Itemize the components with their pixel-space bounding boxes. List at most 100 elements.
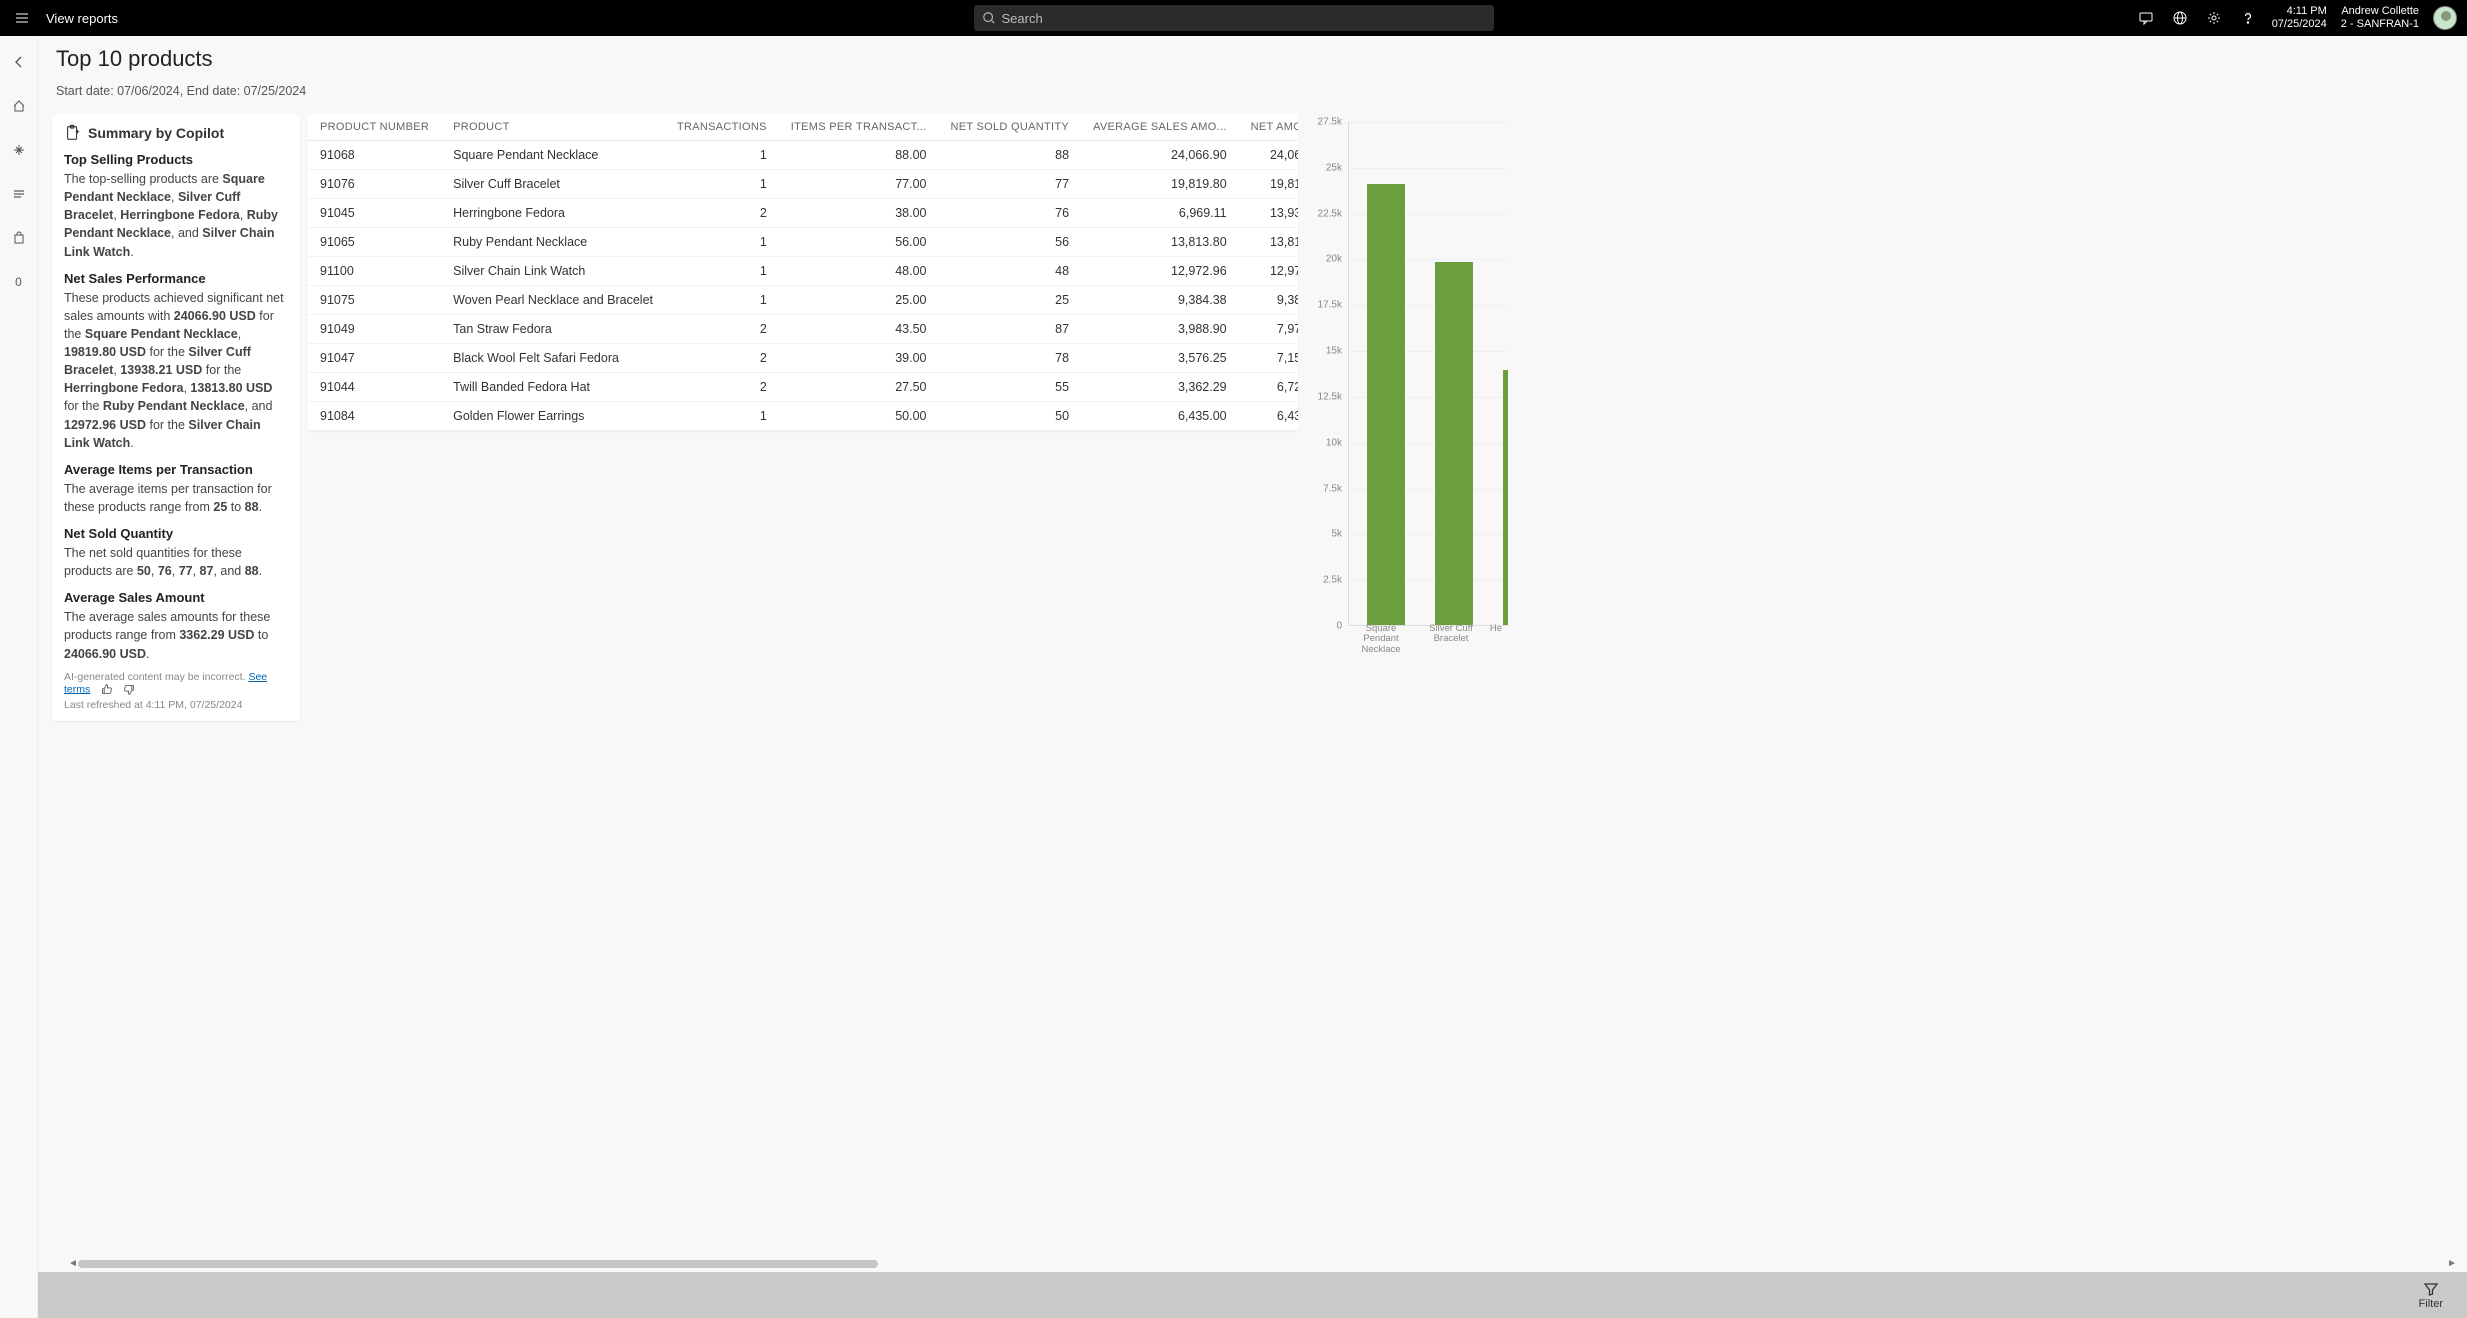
table-cell: 13,813.80 <box>1239 228 1298 257</box>
chat-icon <box>2138 10 2154 26</box>
copilot-section-body: The average items per transaction for th… <box>64 480 288 516</box>
globe-icon <box>2172 10 2188 26</box>
header-title: View reports <box>46 11 118 26</box>
chart-bar[interactable] <box>1503 370 1508 625</box>
table-cell: 77 <box>938 170 1081 199</box>
filter-icon <box>2423 1281 2439 1297</box>
table-cell: 48 <box>938 257 1081 286</box>
column-header[interactable]: NET SOLD QUANTITY <box>938 114 1081 141</box>
copilot-section-heading: Average Sales Amount <box>64 590 288 605</box>
y-tick-label: 22.5k <box>1318 208 1342 219</box>
help-button[interactable] <box>2238 8 2258 28</box>
x-tick-label: Square Pendant Necklace <box>1346 624 1416 655</box>
copilot-section-heading: Top Selling Products <box>64 152 288 167</box>
table-cell: 1 <box>665 286 779 315</box>
thumbs-down-icon[interactable] <box>122 683 135 696</box>
column-header[interactable]: NET AMOUNT <box>1239 114 1298 141</box>
table-cell: 3,362.29 <box>1081 373 1239 402</box>
user-avatar[interactable] <box>2433 6 2457 30</box>
table-row[interactable]: 91076Silver Cuff Bracelet177.007719,819.… <box>308 170 1298 199</box>
table-cell: Woven Pearl Necklace and Bracelet <box>441 286 665 315</box>
table-cell: 6,969.11 <box>1081 199 1239 228</box>
rail-bag-button[interactable] <box>7 226 31 250</box>
back-button[interactable] <box>7 50 31 74</box>
table-cell: 24,066.90 <box>1239 141 1298 170</box>
table-row[interactable]: 91100Silver Chain Link Watch148.004812,9… <box>308 257 1298 286</box>
y-tick-label: 7.5k <box>1323 483 1342 494</box>
table-cell: 19,819.80 <box>1239 170 1298 199</box>
table-cell: 6,724.58 <box>1239 373 1298 402</box>
column-header[interactable]: TRANSACTIONS <box>665 114 779 141</box>
copilot-section-body: These products achieved significant net … <box>64 289 288 452</box>
chat-button[interactable] <box>2136 8 2156 28</box>
copilot-section-heading: Average Items per Transaction <box>64 462 288 477</box>
table-cell: 91076 <box>308 170 441 199</box>
rail-copilot-button[interactable] <box>7 138 31 162</box>
products-table: PRODUCT NUMBERPRODUCTTRANSACTIONSITEMS P… <box>308 114 1298 431</box>
header-search[interactable] <box>974 5 1494 31</box>
globe-button[interactable] <box>2170 8 2190 28</box>
chart-bar[interactable] <box>1435 262 1473 625</box>
table-row[interactable]: 91047Black Wool Felt Safari Fedora239.00… <box>308 344 1298 373</box>
table-row[interactable]: 91075Woven Pearl Necklace and Bracelet12… <box>308 286 1298 315</box>
table-cell: 88 <box>938 141 1081 170</box>
chart-x-axis: Square Pendant NecklaceSilver Cuff Brace… <box>1346 624 1506 655</box>
table-cell: 12,972.96 <box>1081 257 1239 286</box>
date-range-label: Start date: 07/06/2024, End date: 07/25/… <box>56 84 2449 98</box>
table-cell: 24,066.90 <box>1081 141 1239 170</box>
table-cell: Silver Cuff Bracelet <box>441 170 665 199</box>
column-header[interactable]: ITEMS PER TRANSACT... <box>779 114 939 141</box>
y-tick-label: 2.5k <box>1323 575 1342 586</box>
side-rail: 0 <box>0 36 38 1318</box>
table-row[interactable]: 91049Tan Straw Fedora243.50873,988.907,9… <box>308 315 1298 344</box>
y-tick-label: 25k <box>1326 162 1342 173</box>
table-cell: 91045 <box>308 199 441 228</box>
copilot-section-heading: Net Sold Quantity <box>64 526 288 541</box>
table-cell: 50 <box>938 402 1081 431</box>
table-row[interactable]: 91084Golden Flower Earrings150.00506,435… <box>308 402 1298 431</box>
table-cell: 38.00 <box>779 199 939 228</box>
scroll-right-arrow-icon[interactable]: ► <box>2447 1258 2457 1269</box>
column-header[interactable]: AVERAGE SALES AMO... <box>1081 114 1239 141</box>
header-right: 4:11 PM 07/25/2024 Andrew Collette 2 - S… <box>2136 5 2457 31</box>
table-cell: 87 <box>938 315 1081 344</box>
copilot-section-heading: Net Sales Performance <box>64 271 288 286</box>
copilot-heading-text: Summary by Copilot <box>88 125 224 141</box>
table-cell: 55 <box>938 373 1081 402</box>
table-cell: 50.00 <box>779 402 939 431</box>
hamburger-menu-button[interactable] <box>10 6 34 30</box>
table-row[interactable]: 91065Ruby Pendant Necklace156.005613,813… <box>308 228 1298 257</box>
table-cell: 91100 <box>308 257 441 286</box>
table-row[interactable]: 91045Herringbone Fedora238.00766,969.111… <box>308 199 1298 228</box>
table-row[interactable]: 91044Twill Banded Fedora Hat227.50553,36… <box>308 373 1298 402</box>
horizontal-scrollbar[interactable]: ◄ ► <box>38 1258 2467 1270</box>
rail-count-badge[interactable]: 0 <box>7 270 31 294</box>
settings-button[interactable] <box>2204 8 2224 28</box>
copilot-footer: AI-generated content may be incorrect. S… <box>64 671 288 711</box>
table-cell: 6,435.00 <box>1239 402 1298 431</box>
thumbs-up-icon[interactable] <box>101 683 114 696</box>
column-header[interactable]: PRODUCT <box>441 114 665 141</box>
copilot-section-body: The average sales amounts for these prod… <box>64 608 288 662</box>
table-cell: 76 <box>938 199 1081 228</box>
rail-home-button[interactable] <box>7 94 31 118</box>
scroll-left-arrow-icon[interactable]: ◄ <box>68 1258 78 1269</box>
table-cell: 19,819.80 <box>1081 170 1239 199</box>
table-cell: 91075 <box>308 286 441 315</box>
rail-list-button[interactable] <box>7 182 31 206</box>
column-header[interactable]: PRODUCT NUMBER <box>308 114 441 141</box>
app-header: View reports 4:11 PM 07/25/2024 Andrew C… <box>0 0 2467 36</box>
filter-button[interactable]: Filter <box>2419 1281 2443 1310</box>
search-input[interactable] <box>1002 11 1486 26</box>
table-cell: 91068 <box>308 141 441 170</box>
table-cell: Golden Flower Earrings <box>441 402 665 431</box>
y-tick-label: 27.5k <box>1318 117 1342 128</box>
table-cell: Black Wool Felt Safari Fedora <box>441 344 665 373</box>
clipboard-sparkle-icon <box>64 124 82 142</box>
table-cell: 48.00 <box>779 257 939 286</box>
chart-bar[interactable] <box>1367 184 1405 625</box>
table-cell: 25.00 <box>779 286 939 315</box>
table-cell: 25 <box>938 286 1081 315</box>
user-sub: 2 - SANFRAN-1 <box>2341 18 2419 31</box>
table-row[interactable]: 91068Square Pendant Necklace188.008824,0… <box>308 141 1298 170</box>
